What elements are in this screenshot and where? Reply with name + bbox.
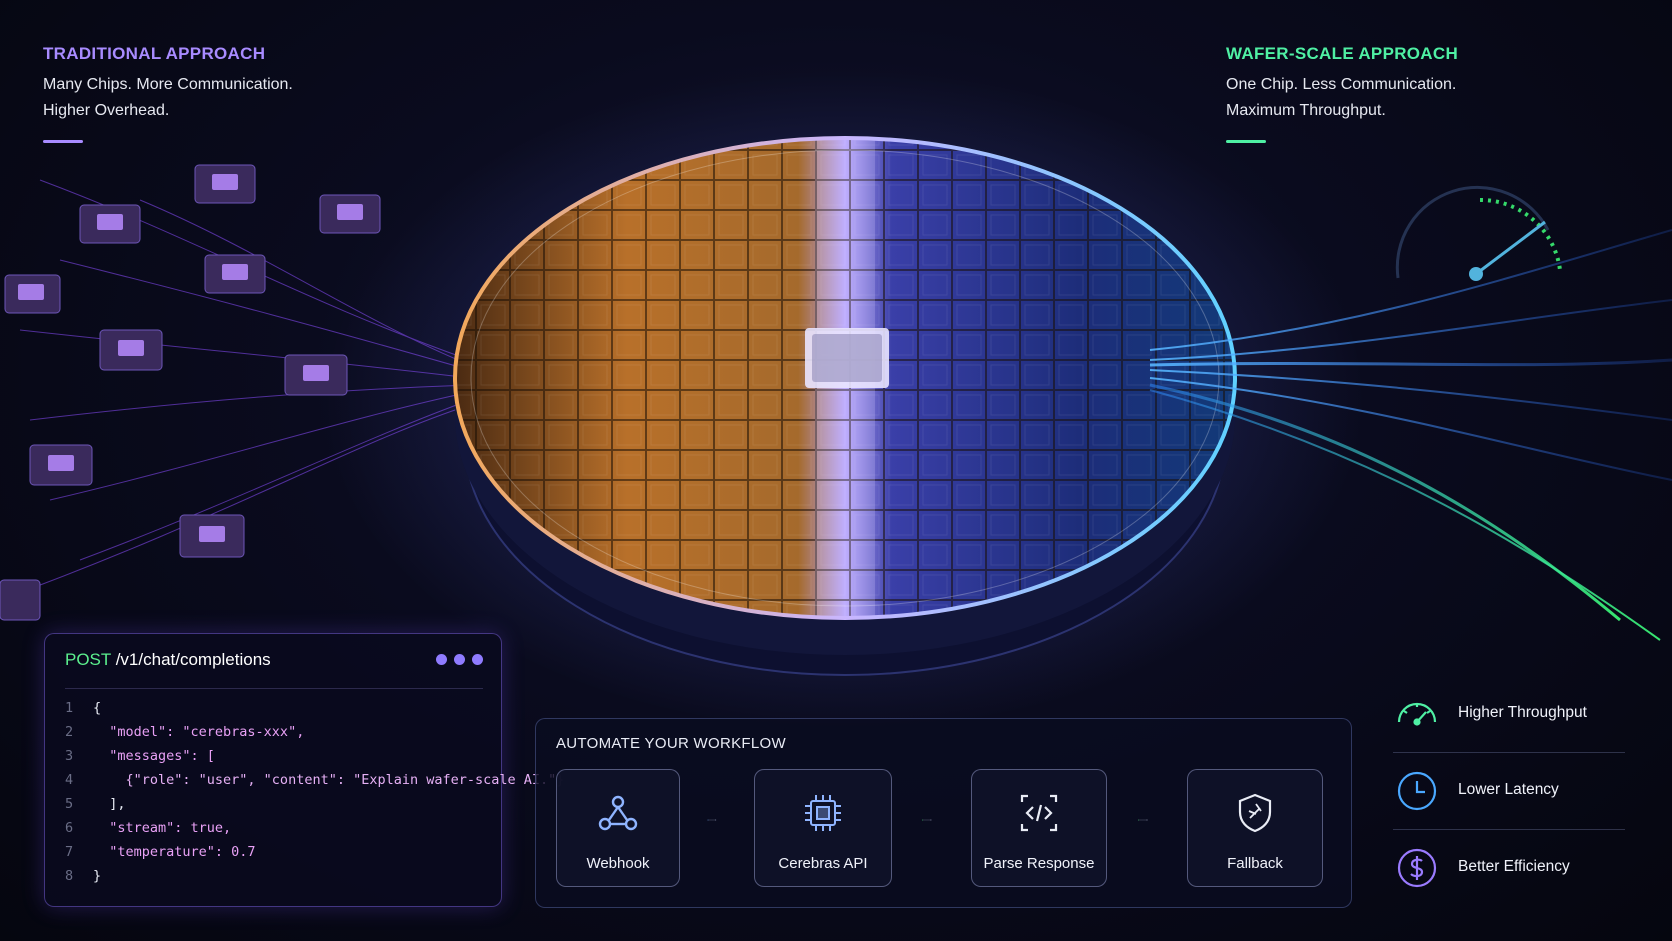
node-label: Fallback (1227, 855, 1283, 872)
clock-icon (1395, 769, 1439, 818)
code-line: 2 "model": "cerebras-xxx", (65, 724, 305, 740)
code-line: 1{ (65, 700, 102, 716)
code-line: 4 {"role": "user", "content": "Explain w… (65, 772, 565, 788)
wafer-scale-line-2: Maximum Throughput. (1226, 102, 1386, 119)
benefit-label: Better Efficiency (1458, 858, 1570, 875)
traditional-line-1: Many Chips. More Communication. (43, 76, 293, 93)
benefit-better-efficiency: Better Efficiency (1395, 846, 1635, 890)
gauge-icon (1395, 185, 1562, 281)
flow-arrow (1138, 819, 1148, 821)
wafer-scale-underline (1226, 140, 1266, 143)
code-line: 6 "stream": true, (65, 820, 232, 836)
divider (1393, 752, 1625, 753)
divider (1393, 829, 1625, 830)
code-line: 5 ], (65, 796, 126, 812)
divider (65, 688, 483, 689)
code-line: 3 "messages": [ (65, 748, 215, 764)
traditional-line-2: Higher Overhead. (43, 102, 170, 119)
http-method: POST (65, 650, 111, 669)
code-line: 7 "temperature": 0.7 (65, 844, 256, 860)
request-line: POST /v1/chat/completions (65, 650, 271, 670)
node-label: Webhook (586, 855, 650, 872)
flow-arrow (922, 819, 932, 821)
benefit-label: Lower Latency (1458, 781, 1559, 798)
benefit-label: Higher Throughput (1458, 704, 1587, 721)
workflow-node-cerebras-api[interactable]: Cerebras API (754, 769, 892, 887)
traditional-underline (43, 140, 83, 143)
node-label: Parse Response (983, 855, 1095, 872)
workflow-node-webhook[interactable]: Webhook (556, 769, 680, 887)
node-label: Cerebras API (778, 855, 868, 872)
benefit-higher-throughput: Higher Throughput (1395, 692, 1635, 736)
speedometer-icon (1395, 692, 1439, 741)
flow-arrow (707, 819, 717, 821)
workflow-title: AUTOMATE YOUR WORKFLOW (556, 735, 786, 752)
wafer-scale-line-1: One Chip. Less Communication. (1226, 76, 1457, 93)
code-icon (1016, 790, 1062, 841)
chip-icon (800, 790, 846, 841)
workflow-node-fallback[interactable]: Fallback (1187, 769, 1323, 887)
workflow-panel: AUTOMATE YOUR WORKFLOW Webhook Cerebras … (535, 718, 1352, 908)
workflow-node-parse-response[interactable]: Parse Response (971, 769, 1107, 887)
wafer-scale-heading: WAFER-SCALE APPROACH (1226, 44, 1459, 63)
more-options-icon[interactable] (436, 654, 483, 665)
benefit-lower-latency: Lower Latency (1395, 769, 1635, 813)
api-request-panel: POST /v1/chat/completions 1{ 2 "model": … (44, 633, 564, 907)
shield-icon (1232, 790, 1278, 841)
code-block: 1{ 2 "model": "cerebras-xxx", 3 "message… (65, 696, 564, 888)
dollar-icon (1395, 846, 1439, 895)
endpoint-path: /v1/chat/completions (110, 650, 271, 669)
webhook-icon (595, 790, 641, 841)
traditional-heading: TRADITIONAL APPROACH (43, 44, 266, 63)
code-line: 8} (65, 868, 102, 884)
